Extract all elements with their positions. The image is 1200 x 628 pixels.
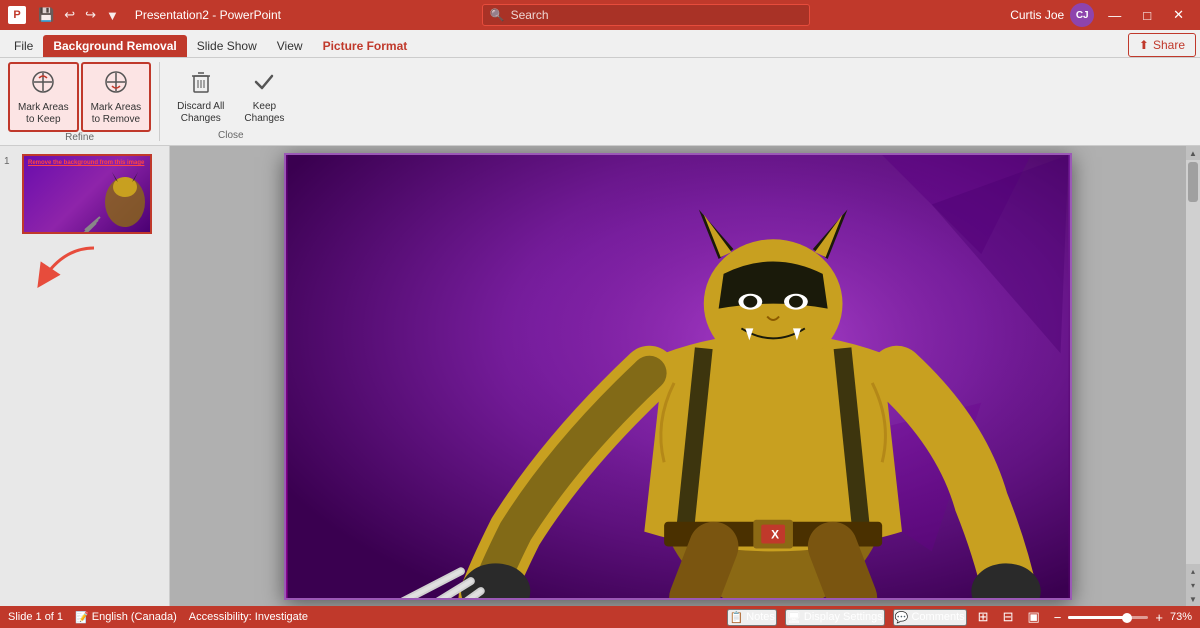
scroll-thumb[interactable] [1188,162,1198,202]
title-bar-right: Curtis Joe CJ — □ ✕ [1010,3,1192,27]
title-bar: P 💾 ↩ ↪ ▼ Presentation2 - PowerPoint 🔍 C… [0,0,1200,30]
maximize-button[interactable]: □ [1135,6,1159,25]
arrow-svg [14,238,114,298]
scroll-page-up[interactable]: ▴ [1186,564,1200,578]
title-bar-left: P 💾 ↩ ↪ ▼ Presentation2 - PowerPoint [8,5,281,25]
tab-file[interactable]: File [4,35,43,57]
arrow-annotation [14,238,165,301]
zoom-slider[interactable] [1068,616,1148,619]
scroll-page-down[interactable]: ▾ [1186,578,1200,592]
close-buttons: Discard AllChanges KeepChanges [168,62,293,130]
search-input[interactable] [482,4,810,26]
ribbon-group-close: Discard AllChanges KeepChanges Close [160,62,301,141]
normal-view-button[interactable]: ⊞ [975,608,992,626]
keep-changes-icon [250,67,278,99]
keep-changes-label: KeepChanges [244,101,284,125]
close-group-label: Close [218,130,244,143]
scroll-up-arrow[interactable]: ▲ [1186,146,1200,160]
scroll-down-arrow[interactable]: ▼ [1186,592,1200,606]
tab-view[interactable]: View [267,35,313,57]
slide-thumb-text: Remove the background from this image [28,160,144,166]
scroll-track [1188,160,1198,564]
discard-icon [187,67,215,99]
slide-thumbnail[interactable]: Remove the background from this image [22,154,152,234]
undo-button[interactable]: ↩ [60,5,79,25]
search-wrap: 🔍 [482,4,810,26]
mark-remove-icon [102,68,130,100]
mark-areas-keep-button[interactable]: Mark Areasto Keep [8,62,79,132]
zoom-control: − + 73% [1051,609,1192,626]
search-icon: 🔍 [490,8,505,22]
notes-icon: 📋 [729,611,743,624]
comments-icon: 💬 [895,611,909,624]
svg-text:X: X [771,527,779,541]
tab-background-removal[interactable]: Background Removal [43,35,186,57]
comments-button[interactable]: 💬 Comments [893,609,967,626]
refine-group-label: Refine [65,132,94,145]
redo-button[interactable]: ↪ [81,5,100,25]
document-title: Presentation2 - PowerPoint [135,8,281,22]
language-icon: 📝 [75,611,89,624]
zoom-level: 73% [1170,611,1192,623]
discard-all-button[interactable]: Discard AllChanges [168,62,233,130]
accessibility-status[interactable]: Accessibility: Investigate [189,611,308,623]
slide-thumbnail-wrap: 1 Remove the background from this image [4,154,165,234]
status-bar: Slide 1 of 1 📝 English (Canada) Accessib… [0,606,1200,628]
app-logo: P [8,6,26,24]
user-name: Curtis Joe [1010,8,1064,22]
vertical-scrollbar[interactable]: ▲ ▴ ▾ ▼ [1186,146,1200,606]
language-status: 📝 English (Canada) [75,611,177,624]
reading-view-button[interactable]: ▣ [1024,608,1042,626]
mark-keep-icon [29,68,57,100]
mark-areas-remove-button[interactable]: Mark Areasto Remove [81,62,152,132]
wolverine-scene: X [286,155,1070,598]
quick-access-toolbar: 💾 ↩ ↪ ▼ [34,5,123,25]
slide-sorter-button[interactable]: ⊟ [1000,608,1017,626]
customize-button[interactable]: ▼ [102,6,123,25]
ribbon-content: Mark Areasto Keep Mark Areasto Remove Re… [0,58,1200,146]
discard-all-label: Discard AllChanges [177,101,224,125]
slide-number: 1 [4,154,18,167]
tab-slide-show[interactable]: Slide Show [187,35,267,57]
slide-thumb-inner: Remove the background from this image [24,156,150,232]
share-icon: ⬆ [1139,38,1149,52]
status-right: 📋 Notes 🖥 Display Settings 💬 Comments ⊞ … [727,608,1192,626]
slide-thumb-wolverine-icon [80,172,150,232]
zoom-out-button[interactable]: − [1051,609,1065,626]
canvas-area: X [170,146,1186,606]
keep-changes-button[interactable]: KeepChanges [235,62,293,130]
ribbon-tabs: File Background Removal Slide Show View … [0,30,1200,58]
zoom-slider-thumb [1122,613,1132,623]
zoom-in-button[interactable]: + [1152,609,1166,626]
avatar: CJ [1070,3,1094,27]
close-button[interactable]: ✕ [1165,5,1192,25]
mark-keep-label: Mark Areasto Keep [18,102,69,126]
main-area: 1 Remove the background from this image [0,146,1200,606]
display-settings-button[interactable]: 🖥 Display Settings [785,609,885,626]
ribbon-group-refine: Mark Areasto Keep Mark Areasto Remove Re… [0,62,160,141]
share-button[interactable]: ⬆ Share [1128,33,1196,57]
slide-panel: 1 Remove the background from this image [0,146,170,606]
zoom-slider-fill [1068,616,1126,619]
minimize-button[interactable]: — [1100,6,1129,25]
slide-info[interactable]: Slide 1 of 1 [8,611,63,623]
mark-remove-label: Mark Areasto Remove [91,102,142,126]
tab-picture-format[interactable]: Picture Format [313,35,418,57]
notes-button[interactable]: 📋 Notes [727,609,776,626]
display-icon: 🖥 [787,611,801,624]
refine-buttons: Mark Areasto Keep Mark Areasto Remove [8,62,151,132]
slide-canvas[interactable]: X [284,153,1072,600]
save-button[interactable]: 💾 [34,5,58,25]
